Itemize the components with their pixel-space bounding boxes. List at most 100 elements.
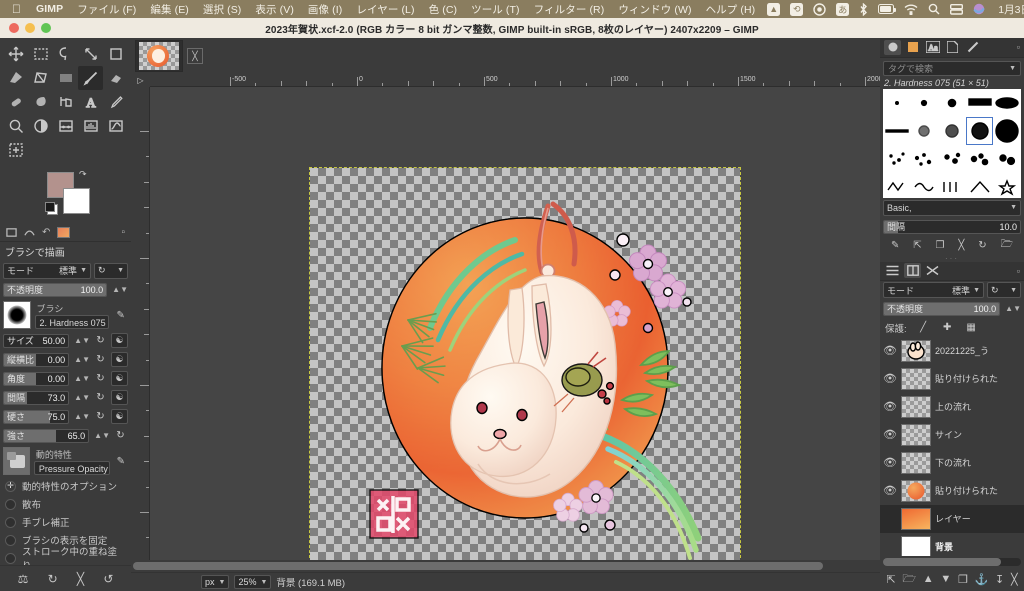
brush-item[interactable] bbox=[911, 117, 939, 145]
apple-logo-icon[interactable]:  bbox=[12, 3, 21, 15]
measure-tool[interactable] bbox=[78, 42, 103, 66]
layer-row[interactable]: 👁 上の流れ bbox=[880, 393, 1024, 421]
layer-list-scrollbar[interactable] bbox=[883, 557, 1021, 566]
brush-item[interactable] bbox=[993, 145, 1021, 173]
size-reset-icon[interactable]: ↻ bbox=[93, 333, 108, 348]
menu-item-layer[interactable]: レイヤー (L) bbox=[349, 2, 421, 17]
crop-tool[interactable] bbox=[103, 42, 128, 66]
spacing-reset-icon[interactable]: ↻ bbox=[93, 390, 108, 405]
canvas-page[interactable] bbox=[309, 167, 741, 560]
paint-mode-select[interactable]: モード 標準 ▼ bbox=[3, 262, 91, 279]
brush-item-selected[interactable] bbox=[965, 116, 994, 145]
anchor-layer-icon[interactable]: ⚓ bbox=[975, 573, 989, 586]
brush-item[interactable] bbox=[938, 89, 966, 117]
gradient-indicator-icon[interactable]: ↶ bbox=[42, 227, 50, 238]
layer-visibility-icon[interactable]: 👁 bbox=[883, 344, 897, 357]
layer-row-selected[interactable]: レイヤー bbox=[880, 504, 1024, 533]
patterns-tab[interactable] bbox=[904, 40, 921, 55]
active-image-thumbnail[interactable] bbox=[57, 227, 71, 238]
lock-alpha-icon[interactable]: ▦ bbox=[964, 320, 979, 335]
brush-item[interactable] bbox=[938, 173, 966, 198]
lock-pixels-icon[interactable]: ╱ bbox=[916, 320, 931, 335]
lock-position-icon[interactable]: ✚ bbox=[940, 320, 955, 335]
layer-mode-select[interactable]: モード 標準 ▼ bbox=[883, 282, 984, 299]
size-slider[interactable]: サイズ 50.00 bbox=[3, 333, 70, 348]
timemachine-icon[interactable]: ⟲ bbox=[790, 2, 804, 16]
gradients-tab[interactable] bbox=[964, 40, 981, 55]
dynamics-name-field[interactable]: Pressure Opacity bbox=[33, 460, 110, 475]
zoom-select[interactable]: 25% ▼ bbox=[234, 575, 272, 589]
spacing-stepper[interactable]: ▲▼ bbox=[74, 393, 90, 402]
warp-tool[interactable] bbox=[28, 66, 53, 90]
menu-item-select[interactable]: 選択 (S) bbox=[196, 2, 249, 17]
layer-visibility-icon[interactable]: 👁 bbox=[883, 400, 897, 413]
dynamics-options-checkbox[interactable]: 動的特性のオプション bbox=[0, 477, 131, 495]
aspect-dynamics-toggle[interactable]: ☯ bbox=[111, 352, 128, 367]
brush-name-field[interactable]: 2. Hardness 075 bbox=[34, 314, 110, 329]
ruler-corner-button[interactable]: ▷ bbox=[131, 74, 150, 87]
input-source-icon[interactable]: あ bbox=[836, 2, 850, 16]
edit-brush-icon[interactable]: ✎ bbox=[113, 308, 128, 323]
brush-item[interactable] bbox=[883, 89, 911, 117]
menu-item-filters[interactable]: フィルター (R) bbox=[527, 2, 612, 17]
pattern-indicator-icon[interactable] bbox=[24, 227, 35, 238]
raise-layer-icon[interactable]: ▲ bbox=[923, 573, 934, 585]
duplicate-layer-icon[interactable]: ❐ bbox=[958, 573, 968, 586]
menu-item-image[interactable]: 画像 (I) bbox=[301, 2, 349, 17]
brush-item[interactable] bbox=[993, 173, 1021, 198]
edit-dynamics-icon[interactable]: ✎ bbox=[114, 454, 128, 469]
layer-visibility-icon[interactable]: 👁 bbox=[883, 456, 897, 469]
paintbrush-tool[interactable] bbox=[78, 66, 103, 90]
delete-layer-icon[interactable]: ╳ bbox=[1011, 573, 1018, 586]
brush-item[interactable] bbox=[883, 173, 911, 198]
transform-tool[interactable] bbox=[3, 66, 28, 90]
lower-layer-icon[interactable]: ▼ bbox=[940, 573, 951, 585]
swap-colors-icon[interactable]: ↷ bbox=[79, 169, 87, 180]
menu-item-edit[interactable]: 編集 (E) bbox=[143, 2, 196, 17]
aspect-reset-icon[interactable]: ↻ bbox=[93, 352, 108, 367]
brush-item[interactable] bbox=[938, 145, 966, 173]
layer-row[interactable]: 👁 下の流れ bbox=[880, 449, 1024, 477]
brush-search-input[interactable]: タグで検索 ▼ bbox=[883, 60, 1021, 76]
siri-icon[interactable] bbox=[973, 2, 985, 16]
aspect-stepper[interactable]: ▲▼ bbox=[74, 355, 90, 364]
layer-visibility-icon[interactable]: 👁 bbox=[883, 484, 897, 497]
fonts-tab[interactable]: Aa bbox=[924, 40, 941, 55]
size-dynamics-toggle[interactable]: ☯ bbox=[111, 333, 128, 348]
brush-thumbnail[interactable] bbox=[3, 301, 31, 329]
force-reset-icon[interactable]: ↻ bbox=[113, 428, 128, 443]
opacity-stepper[interactable]: ▲▼ bbox=[112, 285, 128, 294]
scatter-checkbox[interactable]: 散布 bbox=[0, 495, 131, 513]
layer-visibility-icon[interactable]: 👁 bbox=[883, 372, 897, 385]
dock-menu-icon[interactable]: ▫ bbox=[121, 227, 125, 238]
layer-list[interactable]: 👁 20221225_う 👁 貼り付けられた 👁 上の流れ 👁 サイン 👁 下の… bbox=[880, 336, 1024, 556]
smoothing-checkbox[interactable]: 手ブレ補正 bbox=[0, 513, 131, 531]
refresh-brushes-icon[interactable]: ↻ bbox=[978, 240, 986, 251]
dropbox-icon[interactable]: ▲ bbox=[767, 2, 781, 16]
background-color-swatch[interactable] bbox=[63, 188, 90, 214]
reset-options-icon[interactable]: ↺ bbox=[103, 572, 113, 586]
curves-tool[interactable] bbox=[103, 114, 128, 138]
vertical-ruler[interactable] bbox=[131, 87, 150, 560]
angle-slider[interactable]: 角度 0.00 bbox=[3, 371, 70, 386]
brush-item[interactable] bbox=[911, 173, 939, 198]
layer-mode-reset-button[interactable]: ↻ ▼ bbox=[987, 282, 1021, 299]
menu-item-view[interactable]: 表示 (V) bbox=[248, 2, 301, 17]
image-tab[interactable] bbox=[135, 40, 183, 72]
search-icon[interactable] bbox=[928, 2, 940, 16]
list-view-icon[interactable] bbox=[884, 263, 901, 278]
layer-visibility-icon[interactable]: 👁 bbox=[883, 428, 897, 441]
hardness-slider[interactable]: 硬さ 75.0 bbox=[3, 409, 70, 424]
text-tool[interactable]: A bbox=[78, 90, 103, 114]
menu-item-file[interactable]: ファイル (F) bbox=[70, 2, 143, 17]
brush-item[interactable] bbox=[883, 145, 911, 173]
new-brush-icon[interactable]: ⇱ bbox=[913, 240, 921, 251]
aspect-slider[interactable]: 縦横比 0.00 bbox=[3, 352, 70, 367]
brush-item[interactable] bbox=[938, 117, 966, 145]
grid-view-icon[interactable] bbox=[904, 263, 921, 279]
eraser-tool[interactable] bbox=[103, 66, 128, 90]
restore-options-icon[interactable]: ↻ bbox=[48, 572, 58, 586]
menu-item-windows[interactable]: ウィンドウ (W) bbox=[611, 2, 698, 17]
layer-row[interactable]: 👁 貼り付けられた bbox=[880, 477, 1024, 505]
histogram-tool[interactable] bbox=[78, 114, 103, 138]
